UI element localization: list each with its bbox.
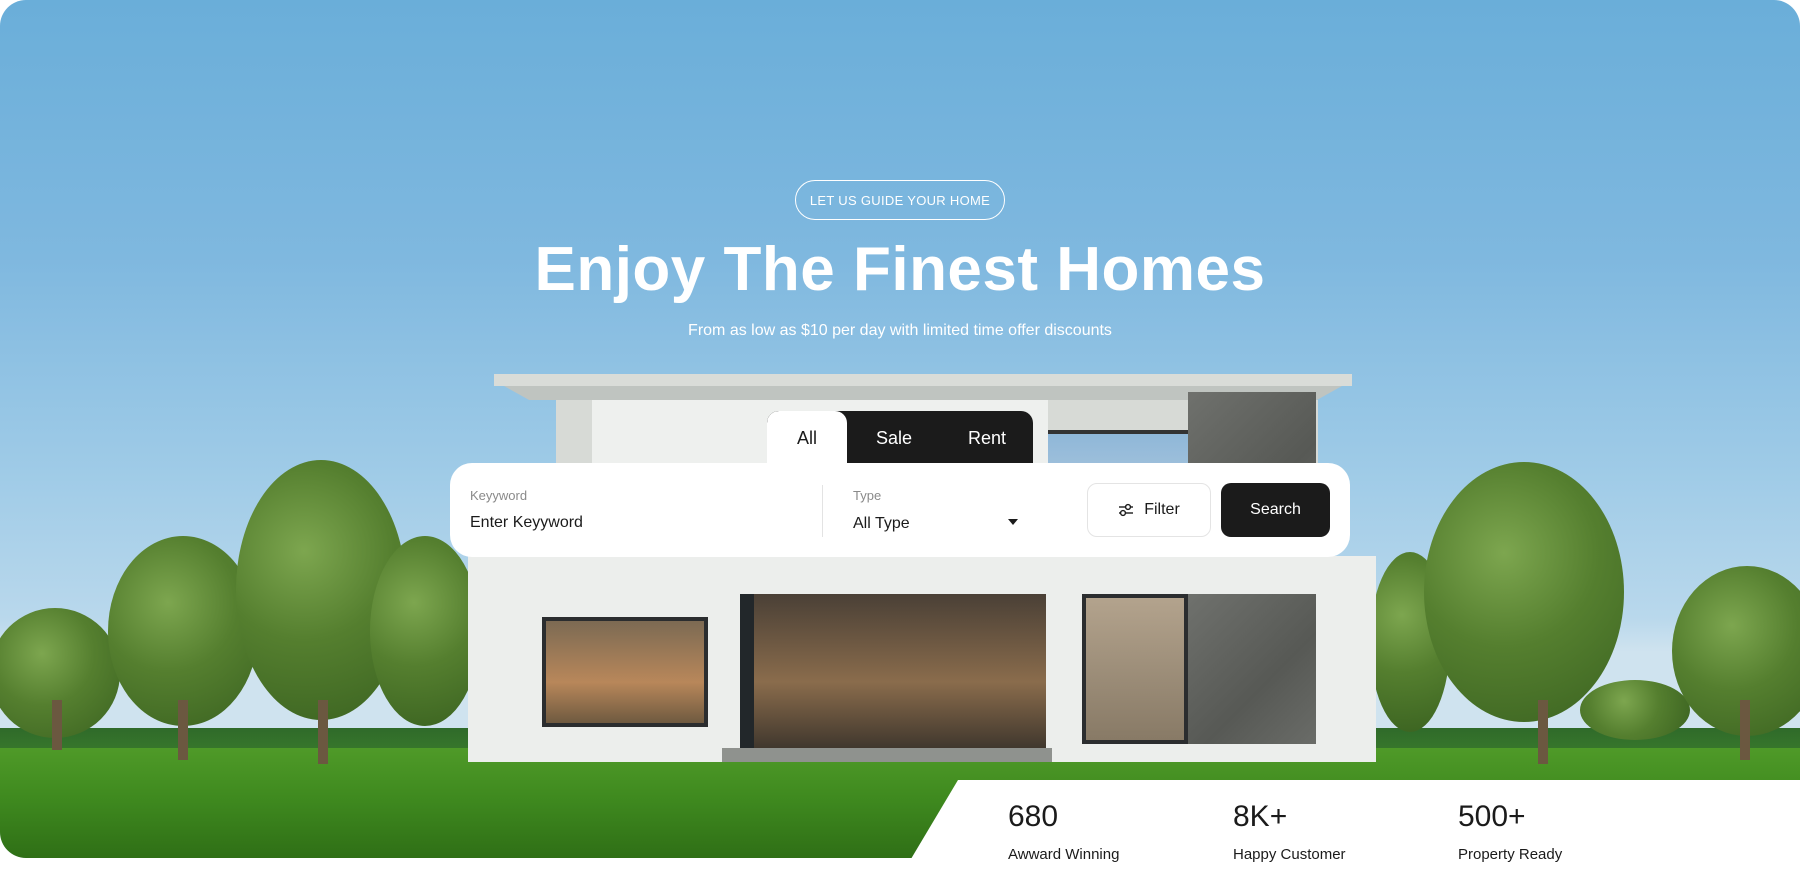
hero-banner: LET US GUIDE YOUR HOME Enjoy The Finest …	[0, 0, 1800, 858]
listing-type-tabs: All Sale Rent	[767, 411, 1033, 465]
stat-label: Happy Customer	[1233, 846, 1346, 863]
search-button[interactable]: Search	[1221, 483, 1330, 537]
stats-card: 680 Awward Winning 8K+ Happy Customer 50…	[902, 780, 1800, 874]
caret-down-icon[interactable]	[1008, 519, 1018, 525]
right-window	[1082, 594, 1188, 744]
tab-rent[interactable]: Rent	[941, 411, 1033, 465]
type-label: Type	[853, 488, 882, 503]
stat-label: Property Ready	[1458, 846, 1563, 863]
stone-wall	[1188, 594, 1316, 744]
search-panel: Keyyword Enter Keyyword Type All Type Fi…	[450, 463, 1350, 557]
stat-value: 8K+	[1233, 800, 1288, 833]
hero-title: Enjoy The Finest Homes	[534, 235, 1266, 304]
hero-subtitle: From as low as $10 per day with limited …	[688, 322, 1112, 339]
living-room-window	[740, 594, 1046, 754]
stat-value: 500+	[1458, 800, 1526, 833]
type-select[interactable]: All Type	[853, 515, 1023, 533]
roof	[494, 374, 1352, 386]
entry-steps	[722, 748, 1052, 762]
hero-badge: LET US GUIDE YOUR HOME	[795, 180, 1005, 220]
field-divider	[822, 485, 823, 537]
left-window	[542, 617, 708, 727]
stat-label: Awward Winning	[1008, 846, 1120, 863]
filter-button[interactable]: Filter	[1087, 483, 1211, 537]
tab-all[interactable]: All	[767, 411, 847, 465]
keyword-label: Keyyword	[470, 488, 528, 503]
stat-value: 680	[1008, 800, 1059, 833]
tab-sale[interactable]: Sale	[847, 411, 941, 465]
keyword-input[interactable]: Enter Keyyword	[470, 514, 800, 532]
filter-label: Filter	[1144, 501, 1180, 518]
sliders-icon	[1118, 503, 1134, 517]
